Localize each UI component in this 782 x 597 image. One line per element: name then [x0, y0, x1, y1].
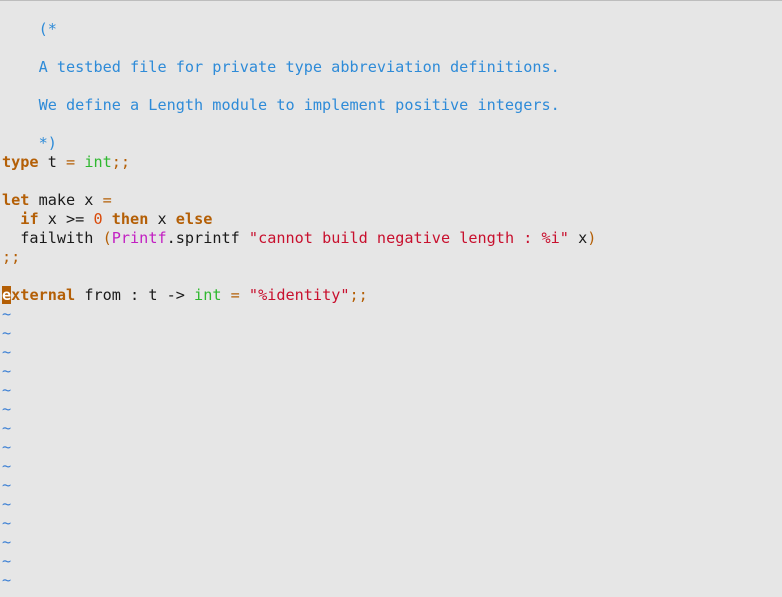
external-semicolons: ;; — [349, 286, 368, 304]
empty-line-tilde: ~ — [2, 495, 12, 513]
if-keyword: if — [20, 210, 39, 228]
type-int: int — [75, 153, 112, 171]
zero-literal: 0 — [93, 210, 103, 228]
text-cursor[interactable]: e — [2, 286, 12, 304]
sprintf-argument: x — [568, 229, 588, 247]
comment-line-2: We define a Length module to implement p… — [2, 77, 560, 114]
empty-line-tilde: ~ — [2, 305, 12, 323]
empty-line-tilde: ~ — [2, 419, 12, 437]
end-let-line: ;; — [2, 248, 20, 267]
empty-line-tilde: ~ — [2, 324, 12, 342]
empty-line-tilde: ~ — [2, 381, 12, 399]
external-keyword: xternal — [11, 286, 76, 304]
empty-line-tilde: ~ — [2, 438, 12, 456]
then-value: x — [148, 210, 176, 228]
failwith-call: failwith — [2, 229, 103, 247]
paren-open: ( — [102, 229, 112, 247]
type-definition-line: type t = int;; — [2, 153, 130, 172]
let-make-line: let make x = — [2, 191, 112, 210]
comment-close: *) — [38, 134, 57, 152]
else-keyword: else — [175, 210, 213, 228]
failwith-line: failwith (Printf.sprintf "cannot build n… — [2, 229, 596, 248]
paren-close: ) — [587, 229, 597, 247]
empty-line-tilde: ~ — [2, 457, 12, 475]
if-then-else-line: if x >= 0 then x else — [2, 210, 212, 229]
external-signature: from : t -> — [75, 286, 195, 304]
comment-open: (* — [38, 20, 57, 38]
empty-line-tilde: ~ — [2, 343, 12, 361]
comment-text-1: A testbed file for private type abbrevia… — [38, 58, 560, 76]
let-binding: make x — [29, 191, 103, 209]
if-condition: x >= — [38, 210, 94, 228]
sprintf-function: .sprintf — [166, 229, 249, 247]
external-line: external from : t -> int = "%identity";; — [2, 286, 368, 305]
error-message-string: "cannot build negative length : %i" — [248, 229, 569, 247]
identity-string: "%identity" — [248, 286, 350, 304]
empty-line-tilde: ~ — [2, 533, 12, 551]
comment-open-line: (* — [2, 1, 57, 38]
if-indent — [2, 210, 20, 228]
printf-module: Printf — [111, 229, 167, 247]
empty-line-tilde: ~ — [2, 514, 12, 532]
vim-editor[interactable]: (* A testbed file for private type abbre… — [0, 0, 782, 597]
comment-text-2: We define a Length module to implement p… — [38, 96, 560, 114]
type-equals: = — [66, 153, 76, 171]
then-keyword: then — [102, 210, 149, 228]
type-semicolons: ;; — [111, 153, 131, 171]
empty-line-tilde: ~ — [2, 400, 12, 418]
end-semicolons: ;; — [2, 248, 21, 266]
let-keyword: let — [2, 191, 30, 209]
type-name: t — [38, 153, 67, 171]
comment-line-1: A testbed file for private type abbrevia… — [2, 39, 560, 76]
let-equals: = — [102, 191, 112, 209]
external-equals: = — [221, 286, 249, 304]
empty-line-tilde: ~ — [2, 362, 12, 380]
comment-close-line: *) — [2, 115, 57, 152]
type-keyword: type — [2, 153, 39, 171]
empty-line-tilde: ~ — [2, 552, 12, 570]
empty-line-tilde: ~ — [2, 571, 12, 589]
empty-line-tilde: ~ — [2, 476, 12, 494]
external-int-type: int — [194, 286, 222, 304]
